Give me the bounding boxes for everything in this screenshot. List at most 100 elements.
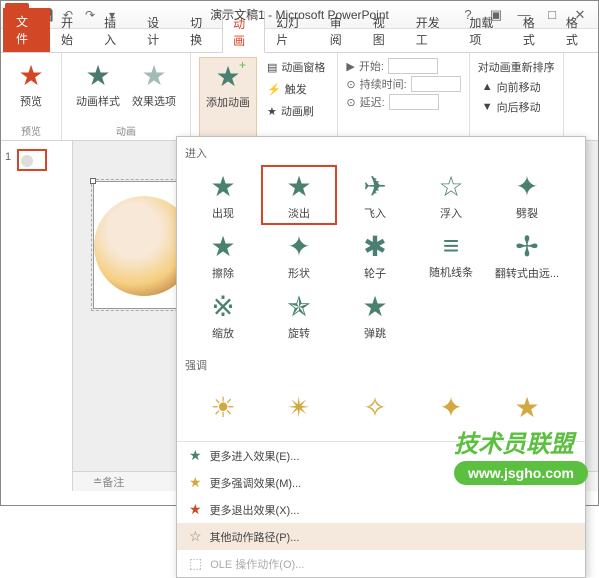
- delay-input[interactable]: [389, 94, 439, 110]
- entrance-section: 进入 ★出现★淡出✈飞入☆浮入✦劈裂★擦除✦形状✱轮子≡随机线条✢翻转式由远..…: [177, 137, 585, 349]
- gallery-item-翻转式由远...[interactable]: ✢翻转式由远...: [489, 225, 565, 285]
- effect-icon: ✧: [363, 391, 386, 424]
- tab-design[interactable]: 设计: [136, 10, 179, 52]
- move-later-button[interactable]: ▼向后移动: [478, 97, 555, 117]
- effect-icon: ✯: [287, 290, 310, 323]
- delay-row: ⊙ 延迟:: [346, 93, 460, 111]
- preview-label: 预览: [20, 93, 42, 109]
- gallery-item-旋转[interactable]: ✯旋转: [261, 285, 337, 345]
- gallery-item-随机线条[interactable]: ≡随机线条: [413, 225, 489, 285]
- move-earlier-label: 向前移动: [497, 79, 541, 95]
- gallery-item-淡出[interactable]: ★ 淡出: [261, 165, 337, 225]
- gallery-item-飞入[interactable]: ✈ 飞入: [337, 165, 413, 225]
- duration-row: ⊙ 持续时间:: [346, 75, 460, 93]
- tab-addins[interactable]: 加载项: [458, 10, 512, 52]
- star-icon: ★: [189, 474, 202, 491]
- tab-home[interactable]: 开始: [50, 10, 93, 52]
- effect-icon: ★: [210, 170, 235, 203]
- trigger-label: 触发: [285, 81, 307, 97]
- effect-label: 出现: [212, 205, 234, 221]
- trigger-button[interactable]: ⚡触发: [263, 79, 329, 99]
- animation-painter-button[interactable]: ★动画刷: [263, 101, 329, 121]
- entrance-grid: ★ 出现 ★ 淡出 ✈ 飞入 ☆浮入 ✦ 劈裂 ★擦除✦形状 ✱ 轮子 ≡随机线条✢翻转式由远... ※缩…: [185, 165, 577, 345]
- more-motion-paths[interactable]: ☆其他动作路径(P)...: [177, 523, 585, 550]
- start-input[interactable]: [388, 58, 438, 74]
- gallery-item-emphasis-1[interactable]: ✴: [261, 377, 337, 437]
- gallery-item-轮子[interactable]: ✱ 轮子: [337, 225, 413, 285]
- add-animation-button[interactable]: ★+ 添加动画: [199, 57, 257, 138]
- slide-thumbnails-panel: 1: [1, 141, 73, 491]
- move-later-label: 向后移动: [497, 99, 541, 115]
- menu-label: 其他动作路径(P)...: [210, 529, 300, 545]
- tab-format2[interactable]: 格式: [555, 10, 598, 52]
- anim-style-label: 动画样式: [76, 93, 120, 109]
- tab-insert[interactable]: 插入: [93, 10, 136, 52]
- play-icon: ▶: [346, 60, 354, 73]
- start-label: 开始:: [359, 58, 384, 74]
- duration-input[interactable]: [411, 76, 461, 92]
- more-exit-effects[interactable]: ★ 更多退出效果(X)...: [177, 496, 585, 523]
- group-timing: ▶ 开始: ⊙ 持续时间: ⊙ 延迟:: [338, 53, 469, 140]
- effect-icon: ★: [210, 230, 235, 263]
- slide-thumbnail[interactable]: 1: [7, 149, 66, 171]
- gallery-item-emphasis-2[interactable]: ✧: [337, 377, 413, 437]
- effect-label: 轮子: [364, 265, 386, 281]
- gallery-item-缩放[interactable]: ※缩放: [185, 285, 261, 345]
- group-preview: ★ 预览 预览: [1, 53, 62, 140]
- gallery-item-出现[interactable]: ★ 出现: [185, 165, 261, 225]
- menu-label: 更多进入效果(E)...: [210, 448, 300, 464]
- animation-pane-button[interactable]: ▤动画窗格: [263, 57, 329, 77]
- star-icon: ★: [82, 59, 114, 91]
- effect-icon: ✦: [515, 170, 538, 203]
- notes-label: 备注: [102, 474, 124, 490]
- menu-label: OLE 操作动作(O)...: [210, 556, 304, 572]
- emphasis-title: 强调: [185, 353, 577, 377]
- gallery-item-弹跳[interactable]: ★弹跳: [337, 285, 413, 345]
- preview-star-icon: ★: [15, 59, 47, 91]
- animation-gallery-dropdown: 进入 ★出现★淡出✈飞入☆浮入✦劈裂★擦除✦形状✱轮子≡随机线条✢翻转式由远..…: [176, 136, 586, 578]
- tab-file[interactable]: 文件: [3, 8, 50, 52]
- effect-icon: ★: [362, 290, 387, 323]
- slide-number: 1: [5, 151, 11, 163]
- effect-label: 劈裂: [516, 205, 538, 221]
- delay-icon: ⊙: [346, 96, 355, 109]
- ribbon: ★ 预览 预览 ★ 动画样式 ★ 效果选项 动画 ★+ 添加动画 ▤: [1, 53, 598, 141]
- ole-action[interactable]: ⬚ OLE 操作动作(O)...: [177, 550, 585, 577]
- gallery-item-擦除[interactable]: ★擦除: [185, 225, 261, 285]
- tab-format1[interactable]: 格式: [512, 10, 555, 52]
- effect-label: 淡出: [288, 205, 310, 221]
- effect-icon: ☀: [210, 391, 235, 424]
- resize-handle[interactable]: [90, 178, 96, 184]
- ribbon-tabs: 文件 开始 插入 设计 切换 动画 幻灯片 审阅 视图 开发工 加载项 格式 格…: [1, 29, 598, 53]
- group-label-preview: 预览: [9, 121, 53, 138]
- delay-label: 延迟:: [360, 94, 385, 110]
- clock-icon: ⊙: [346, 78, 355, 91]
- gallery-item-形状[interactable]: ✦形状: [261, 225, 337, 285]
- move-earlier-button[interactable]: ▲向前移动: [478, 77, 555, 97]
- effect-label: 飞入: [364, 205, 386, 221]
- effect-icon: ✱: [363, 230, 386, 263]
- thumbnail-image: [17, 149, 47, 171]
- add-anim-label: 添加动画: [206, 94, 250, 110]
- effect-opts-label: 效果选项: [132, 93, 176, 109]
- effect-icon: ※: [211, 290, 234, 323]
- effect-icon: ★: [286, 170, 311, 203]
- menu-label: 更多退出效果(X)...: [210, 502, 300, 518]
- advanced-buttons: ▤动画窗格 ⚡触发 ★动画刷: [263, 57, 329, 138]
- tab-developer[interactable]: 开发工: [405, 10, 459, 52]
- gallery-item-劈裂[interactable]: ✦ 劈裂: [489, 165, 565, 225]
- gallery-item-浮入[interactable]: ☆浮入: [413, 165, 489, 225]
- animation-styles-button[interactable]: ★ 动画样式: [70, 57, 126, 111]
- group-reorder: 对动画重新排序 ▲向前移动 ▼向后移动: [470, 53, 564, 140]
- effect-options-button[interactable]: ★ 效果选项: [126, 57, 182, 111]
- effect-icon: ✈: [363, 170, 386, 203]
- ole-icon: ⬚: [189, 555, 202, 572]
- watermark-url: www.jsgho.com: [454, 461, 588, 485]
- effect-label: 形状: [288, 265, 310, 281]
- star-icon: ★: [189, 501, 202, 518]
- preview-button[interactable]: ★ 预览: [9, 57, 53, 111]
- gallery-item-emphasis-0[interactable]: ☀: [185, 377, 261, 437]
- effect-label: 浮入: [440, 205, 462, 221]
- effect-icon: ✴: [287, 391, 310, 424]
- effect-icon: ✢: [515, 230, 538, 263]
